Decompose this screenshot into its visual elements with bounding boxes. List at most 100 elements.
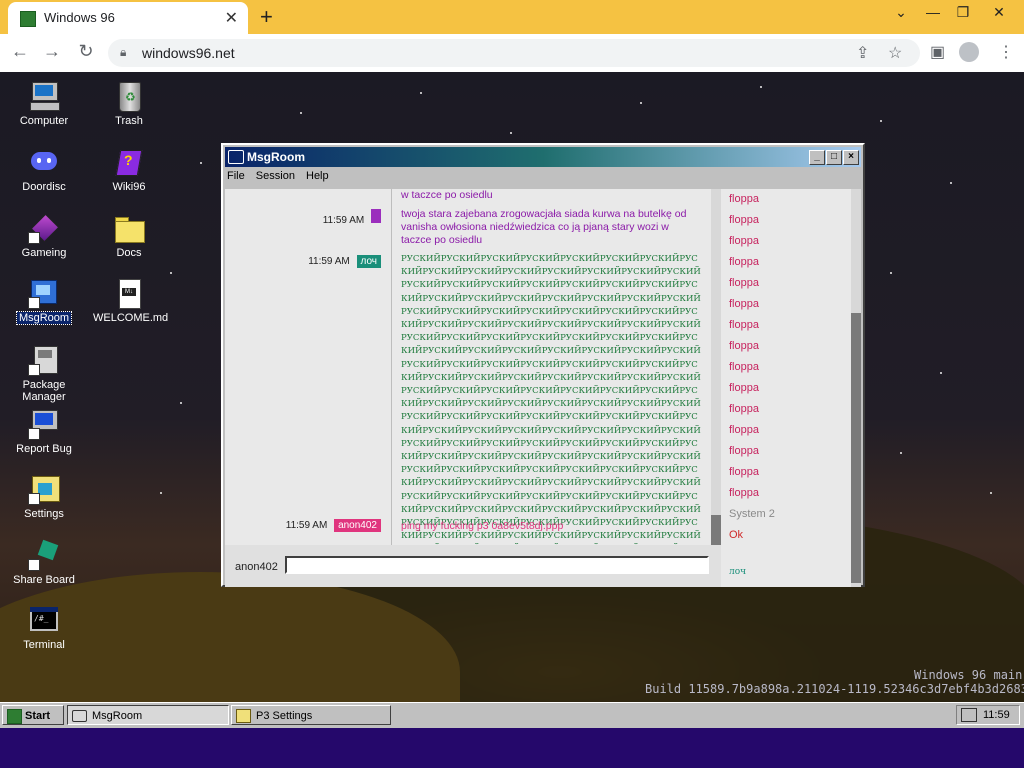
side-panel-icon[interactable]: ▣ (930, 42, 945, 62)
game-cube-icon: ↗ (28, 212, 60, 244)
message-scrollbar[interactable] (711, 189, 721, 545)
user-list-item[interactable]: floppa (729, 214, 759, 226)
user-list-item[interactable]: лоч (729, 567, 746, 577)
user-list-item[interactable]: floppa (729, 298, 759, 310)
user-list-item[interactable]: floppa (729, 382, 759, 394)
browser-tab[interactable]: Windows 96 ✕ (8, 2, 248, 34)
chat-window-icon (228, 150, 244, 164)
minimize-button[interactable]: _ (809, 150, 825, 165)
tab-search-button[interactable]: ⌄ (886, 4, 916, 21)
task-p3-settings[interactable]: P3 Settings (231, 705, 391, 725)
clock[interactable]: 11:59 (983, 706, 1010, 724)
message-time: 11:59 AM (285, 520, 328, 531)
message-input[interactable] (285, 556, 709, 574)
message-text: ping my fucking p3 0a8ev5t8dj.ppp (401, 520, 564, 532)
user-list-item[interactable]: floppa (729, 340, 759, 352)
build-watermark-version: Build 11589.7b9a898a.211024-1119.52346c3… (645, 682, 1024, 696)
new-tab-button[interactable]: + (260, 4, 273, 30)
username-badge[interactable] (371, 209, 381, 223)
message-list[interactable]: w taczce po osiedlu 11:59 AM twoja stara… (225, 189, 721, 545)
bookmark-star-icon[interactable]: ☆ (888, 43, 902, 63)
nickname-label[interactable]: anon402 (235, 561, 278, 573)
package-icon: ↗ (28, 344, 60, 376)
discord-icon (28, 146, 60, 178)
settings-icon (236, 709, 251, 723)
desktop-icon-wiki96[interactable]: ? Wiki96 (91, 146, 167, 193)
taskbar: Start MsgRoom P3 Settings 11:59 (0, 702, 1024, 729)
forward-arrow-icon[interactable]: → (40, 41, 64, 62)
message-meta: 11:59 AM anon402 (225, 519, 381, 532)
share-icon[interactable]: ⇪ (856, 43, 869, 63)
user-list-item[interactable]: floppa (729, 487, 759, 499)
start-logo-icon (7, 709, 22, 724)
desktop-icon-settings[interactable]: ↗ Settings (6, 473, 82, 520)
user-list-item[interactable]: floppa (729, 193, 759, 205)
desktop-icon-trash[interactable]: ♻ Trash (91, 80, 167, 127)
user-list-item[interactable]: floppa (729, 424, 759, 436)
tab-title: Windows 96 (44, 10, 115, 25)
reload-icon[interactable]: ↻ (74, 41, 98, 62)
desktop-icon-terminal[interactable]: /#_ Terminal (6, 604, 82, 651)
column-divider (391, 189, 392, 545)
message-text: w taczce po osiedlu (401, 189, 493, 201)
menu-kebab-icon[interactable]: ⋮ (998, 42, 1014, 62)
menu-bar: File Session Help (227, 170, 337, 188)
desktop-icon-doordisc[interactable]: Doordisc (6, 146, 82, 193)
user-list-item[interactable]: floppa (729, 403, 759, 415)
window-close-button[interactable]: ✕ (984, 4, 1014, 21)
menu-file[interactable]: File (227, 170, 245, 182)
network-icon[interactable] (961, 708, 977, 722)
window-titlebar[interactable]: MsgRoom _ □ × (225, 147, 861, 167)
user-list-item[interactable]: floppa (729, 361, 759, 373)
chat-window-icon (72, 710, 87, 722)
desktop-icon-docs[interactable]: Docs (91, 212, 167, 259)
tab-close-icon[interactable]: ✕ (225, 8, 238, 28)
message-time: 11:59 AM (322, 215, 365, 226)
lock-icon: 🔒︎ (120, 45, 127, 59)
user-list-item[interactable]: floppa (729, 445, 759, 457)
computer-icon (28, 80, 60, 112)
user-list-item[interactable]: floppa (729, 319, 759, 331)
bug-report-icon: ↗ (28, 408, 60, 440)
settings-icon: ↗ (28, 473, 60, 505)
window-minimize-button[interactable]: — (918, 4, 948, 20)
username-badge[interactable]: лоч (356, 255, 381, 268)
desktop-icon-report-bug[interactable]: ↗ Report Bug (6, 408, 82, 455)
message-meta: 11:59 AM (225, 209, 381, 226)
menu-help[interactable]: Help (306, 170, 329, 182)
desktop-icon-gameing[interactable]: ↗ Gameing (6, 212, 82, 259)
desktop-icon-computer[interactable]: Computer (6, 80, 82, 127)
user-list-item[interactable]: floppa (729, 277, 759, 289)
message-time: 11:59 AM (308, 256, 350, 267)
wiki-icon: ? (113, 146, 145, 178)
user-list-item[interactable]: Ok (729, 529, 743, 541)
start-button[interactable]: Start (2, 705, 64, 725)
user-list-item[interactable]: System 2 (729, 508, 775, 520)
maximize-button[interactable]: □ (826, 150, 842, 165)
user-list-item[interactable]: floppa (729, 256, 759, 268)
address-bar[interactable]: 🔒︎ windows96.net ⇪ ☆ (108, 39, 920, 67)
back-arrow-icon[interactable]: ← (8, 41, 32, 62)
page-background (0, 728, 1024, 768)
close-button[interactable]: × (843, 150, 859, 165)
user-list-item[interactable]: floppa (729, 235, 759, 247)
user-list-item[interactable]: floppa (729, 466, 759, 478)
desktop-icon-package-manager[interactable]: ↗ Package Manager (6, 344, 82, 403)
desktop-icon-share-board[interactable]: ↗ Share Board (6, 539, 82, 586)
username-badge[interactable]: anon402 (334, 519, 381, 532)
message-text: РУСКИЙРУСКИЙРУСКИЙРУСКИЙРУСКИЙРУСКИЙРУСК… (401, 254, 701, 545)
user-list-scrollbar-thumb[interactable] (851, 313, 861, 583)
desktop-icon-welcome[interactable]: M↓ WELCOME.md (91, 277, 168, 324)
menu-session[interactable]: Session (256, 170, 295, 182)
desktop-icon-msgroom[interactable]: ↗ MsgRoom (6, 277, 82, 325)
task-msgroom[interactable]: MsgRoom (67, 705, 229, 725)
browser-tab-strip: Windows 96 ✕ + ⌄ — ❐ ✕ (0, 0, 1024, 34)
profile-avatar-icon[interactable] (959, 42, 979, 62)
windows96-favicon-icon (20, 11, 36, 27)
user-list[interactable]: floppa floppa floppa floppa floppa floppa flop… (721, 189, 861, 587)
window-maximize-button[interactable]: ❐ (948, 4, 978, 21)
url-text[interactable]: windows96.net (142, 45, 235, 61)
message-scrollbar-thumb[interactable] (711, 515, 721, 545)
browser-toolbar: ← → ↻ 🔒︎ windows96.net ⇪ ☆ ▣ ⋮ (0, 34, 1024, 73)
user-list-scrollbar[interactable] (851, 189, 861, 587)
